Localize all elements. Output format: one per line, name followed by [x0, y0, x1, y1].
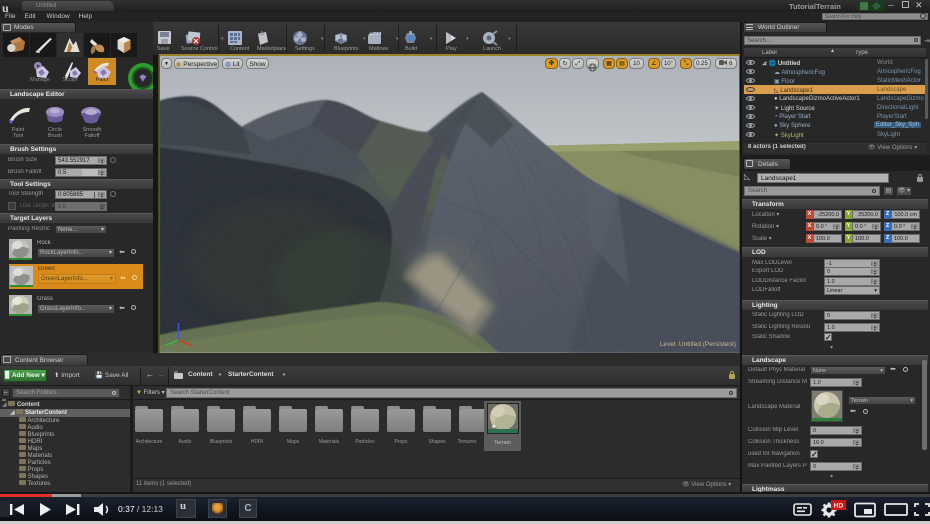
svg-text:Level: Untitled (Persistent): Level: Untitled (Persistent) [660, 341, 736, 348]
svg-text:HD: HD [834, 503, 844, 510]
